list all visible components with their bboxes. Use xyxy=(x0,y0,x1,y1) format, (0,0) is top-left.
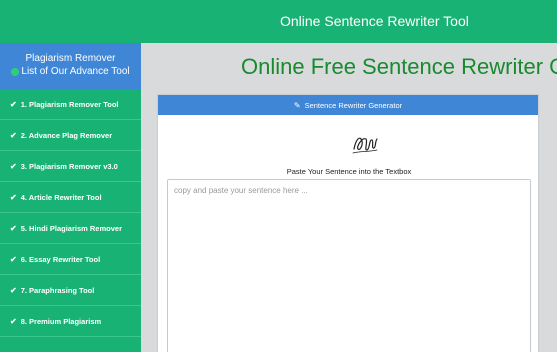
check-icon: ✔ xyxy=(10,254,17,264)
panel-header: ✎ Sentence Rewriter Generator xyxy=(158,95,538,115)
rewriter-panel: ✎ Sentence Rewriter Generator Paste Your… xyxy=(157,94,539,352)
check-icon: ✔ xyxy=(10,161,17,171)
textbox-instruction: Paste Your Sentence into the Textbox xyxy=(286,167,412,176)
sidebar-item-label: 3. Plagiarism Remover v3.0 xyxy=(20,161,118,171)
sidebar-item-label: 8. Premium Plagiarism xyxy=(20,316,102,326)
check-icon: ✔ xyxy=(10,316,17,326)
check-icon: ✔ xyxy=(10,223,17,233)
sidebar-item-hindi-plagiarism-remover[interactable]: ✔ 5. Hindi Plagiarism Remover xyxy=(0,213,141,244)
sidebar-item-label: 2. Advance Plag Remover xyxy=(20,130,113,140)
sidebar-item-plagiarism-remover-tool[interactable]: ✔ 1. Plagiarism Remover Tool xyxy=(0,89,141,120)
sidebar-header-subtitle-row: List of Our Advance Tool xyxy=(11,65,130,78)
sidebar-header-subtitle: List of Our Advance Tool xyxy=(21,66,130,77)
sidebar: Plagiarism Remover List of Our Advance T… xyxy=(0,43,141,352)
sidebar-nav: ✔ 1. Plagiarism Remover Tool ✔ 2. Advanc… xyxy=(0,89,141,337)
sidebar-item-premium-plagiarism[interactable]: ✔ 8. Premium Plagiarism xyxy=(0,306,141,337)
sidebar-item-advance-plag-remover[interactable]: ✔ 2. Advance Plag Remover xyxy=(0,120,141,151)
sidebar-item-plagiarism-remover-v3[interactable]: ✔ 3. Plagiarism Remover v3.0 xyxy=(0,151,141,182)
sidebar-item-label: 1. Plagiarism Remover Tool xyxy=(20,99,119,109)
main-content: Online Free Sentence Rewriter Gen ✎ Sent… xyxy=(141,43,557,352)
status-dot-icon xyxy=(11,67,20,76)
sidebar-item-label: 5. Hindi Plagiarism Remover xyxy=(20,223,122,233)
check-icon: ✔ xyxy=(10,192,17,202)
pencil-icon: ✎ xyxy=(293,100,301,110)
sidebar-header-title: Plagiarism Remover xyxy=(25,53,116,64)
check-icon: ✔ xyxy=(10,99,17,109)
sentence-input[interactable] xyxy=(167,179,531,352)
page-title: Online Free Sentence Rewriter Gen xyxy=(241,54,557,79)
signature-icon xyxy=(352,137,378,154)
sidebar-item-article-rewriter-tool[interactable]: ✔ 4. Article Rewriter Tool xyxy=(0,182,141,213)
sidebar-item-label: 6. Essay Rewriter Tool xyxy=(20,254,101,264)
check-icon: ✔ xyxy=(10,130,17,140)
sidebar-item-label: 4. Article Rewriter Tool xyxy=(20,192,102,202)
top-bar: Online Sentence Rewriter Tool xyxy=(0,0,557,43)
panel-title: Sentence Rewriter Generator xyxy=(304,100,403,110)
sidebar-item-paraphrasing-tool[interactable]: ✔ 7. Paraphrasing Tool xyxy=(0,275,141,306)
sidebar-header: Plagiarism Remover List of Our Advance T… xyxy=(0,43,141,89)
sidebar-item-label: 7. Paraphrasing Tool xyxy=(20,285,95,295)
sidebar-item-essay-rewriter-tool[interactable]: ✔ 6. Essay Rewriter Tool xyxy=(0,244,141,275)
check-icon: ✔ xyxy=(10,285,17,295)
site-title: Online Sentence Rewriter Tool xyxy=(280,13,469,29)
